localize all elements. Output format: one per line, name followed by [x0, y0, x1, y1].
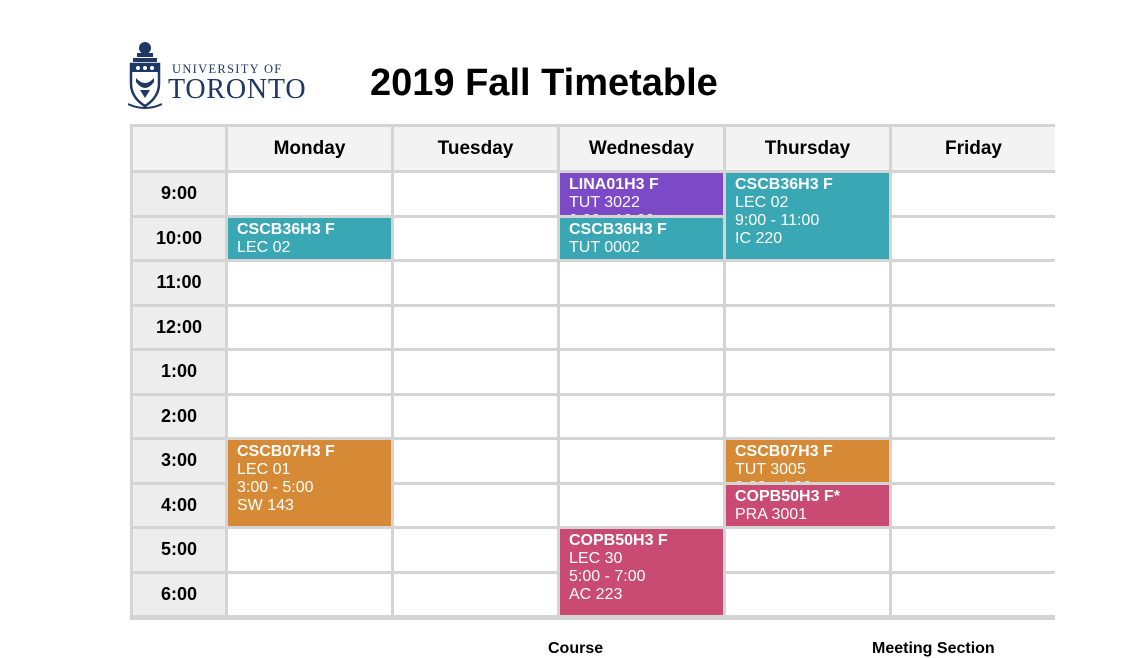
day-header-tuesday: Tuesday: [394, 127, 557, 170]
section-label: LEC 02: [735, 194, 789, 211]
time-label: 1:00: [133, 351, 225, 393]
time-range: 9:00 - 11:00: [735, 212, 820, 229]
time-label: 9:00: [133, 173, 225, 215]
course-code: COPB50H3 F*: [735, 487, 840, 505]
time-range: 9:00 - 10:00: [569, 212, 715, 215]
time-slot[interactable]: [892, 573, 1055, 616]
time-slot[interactable]: [892, 306, 1055, 349]
time-slot[interactable]: [394, 529, 557, 571]
time-range: 3:00 - 5:00: [237, 479, 314, 496]
time-slot[interactable]: [394, 262, 557, 304]
time-slot[interactable]: [560, 306, 723, 349]
time-slot[interactable]: [892, 217, 1055, 260]
time-slot[interactable]: [228, 529, 391, 571]
section-label: LEC 01: [237, 461, 291, 478]
time-slot[interactable]: [560, 484, 723, 527]
time-slot[interactable]: [394, 395, 557, 438]
time-slot[interactable]: [228, 573, 391, 616]
time-range: 5:00 - 7:00: [569, 568, 646, 585]
page-title: 2019 Fall Timetable: [370, 62, 718, 104]
time-label: 10:00: [133, 217, 225, 260]
day-header-thursday: Thursday: [726, 127, 889, 170]
room-label: IC 220: [735, 230, 783, 247]
course-code: CSCB36H3 F: [237, 220, 335, 238]
day-header-monday: Monday: [228, 127, 391, 170]
time-slot[interactable]: [892, 351, 1055, 393]
course-event-block[interactable]: CSCB07H3 FTUT 30053:00 - 4:00BV 473: [726, 440, 889, 482]
room-label: SW 143: [237, 497, 294, 514]
time-slot[interactable]: [560, 351, 723, 393]
time-slot[interactable]: [726, 262, 889, 304]
time-slot[interactable]: [228, 351, 391, 393]
course-code: CSCB36H3 F: [569, 220, 667, 238]
time-label: 3:00: [133, 440, 225, 482]
time-slot[interactable]: [892, 440, 1055, 482]
section-label: TUT 0002: [569, 238, 640, 256]
time-slot[interactable]: [394, 440, 557, 482]
time-slot[interactable]: [394, 173, 557, 215]
footer-course-label: Course: [548, 640, 604, 657]
time-slot[interactable]: [892, 529, 1055, 571]
time-range: 3:00 - 4:00: [735, 479, 881, 482]
day-header-wednesday: Wednesday: [560, 127, 723, 170]
course-code: CSCB07H3 F: [237, 443, 335, 460]
time-slot[interactable]: [228, 173, 391, 215]
time-label: 6:00: [133, 573, 225, 616]
time-slot[interactable]: [726, 573, 889, 616]
time-slot[interactable]: [560, 262, 723, 304]
footer-meeting-section-label: Meeting Section: [872, 640, 995, 657]
section-label: PRA 3001: [735, 505, 808, 523]
course-event-block[interactable]: CSCB36H3 F LEC 02: [228, 217, 391, 260]
header: UNIVERSITY OF TORONTO 2019 Fall Timetabl…: [0, 0, 1125, 120]
time-slot[interactable]: [726, 529, 889, 571]
room-label: AC 223: [569, 586, 623, 603]
time-label: 12:00: [133, 306, 225, 349]
course-code: COPB50H3 F: [569, 532, 668, 549]
time-label: 5:00: [133, 529, 225, 571]
course-event-block[interactable]: LINA01H3 FTUT 30229:00 - 10:00AA 209: [560, 173, 723, 215]
course-code: LINA01H3 F: [569, 176, 659, 193]
time-slot[interactable]: [394, 306, 557, 349]
time-slot[interactable]: [560, 395, 723, 438]
time-slot[interactable]: [560, 440, 723, 482]
course-code: CSCB07H3 F: [735, 443, 833, 460]
section-label: LEC 02: [237, 238, 291, 256]
time-slot[interactable]: [892, 395, 1055, 438]
time-slot[interactable]: [726, 351, 889, 393]
time-slot[interactable]: [892, 484, 1055, 527]
day-header-friday: Friday: [892, 127, 1055, 170]
course-event-block[interactable]: CSCB36H3 F TUT 0002: [560, 217, 723, 260]
university-logo: UNIVERSITY OF TORONTO: [128, 40, 328, 112]
corner-header-cell: [133, 127, 225, 170]
toronto-label: TORONTO: [168, 74, 307, 105]
section-label: LEC 30: [569, 550, 623, 567]
course-event-block[interactable]: CSCB36H3 F LEC 02 9:00 - 11:00 IC 220: [726, 173, 889, 260]
time-slot[interactable]: [394, 484, 557, 527]
course-event-block[interactable]: COPB50H3 F* PRA 3001: [726, 484, 889, 527]
time-slot[interactable]: [394, 351, 557, 393]
time-slot[interactable]: [228, 306, 391, 349]
course-code: CSCB36H3 F: [735, 176, 833, 193]
timetable-grid: Monday Tuesday Wednesday Thursday Friday 9:00…: [130, 124, 1055, 620]
section-label: TUT 3005: [735, 461, 806, 478]
time-slot[interactable]: [892, 262, 1055, 304]
course-event-block[interactable]: COPB50H3 F LEC 30 5:00 - 7:00 AC 223: [560, 529, 723, 616]
time-slot[interactable]: [394, 217, 557, 260]
time-slot[interactable]: [228, 395, 391, 438]
time-label: 11:00: [133, 262, 225, 304]
time-slot[interactable]: [228, 262, 391, 304]
time-slot[interactable]: [394, 573, 557, 616]
uoft-crest-icon: [128, 42, 162, 109]
time-label: 4:00: [133, 484, 225, 527]
time-slot[interactable]: [726, 306, 889, 349]
course-event-block[interactable]: CSCB07H3 F LEC 01 3:00 - 5:00 SW 143: [228, 440, 391, 527]
time-label: 2:00: [133, 395, 225, 438]
section-label: TUT 3022: [569, 194, 640, 211]
time-slot[interactable]: [726, 395, 889, 438]
time-slot[interactable]: [892, 173, 1055, 215]
